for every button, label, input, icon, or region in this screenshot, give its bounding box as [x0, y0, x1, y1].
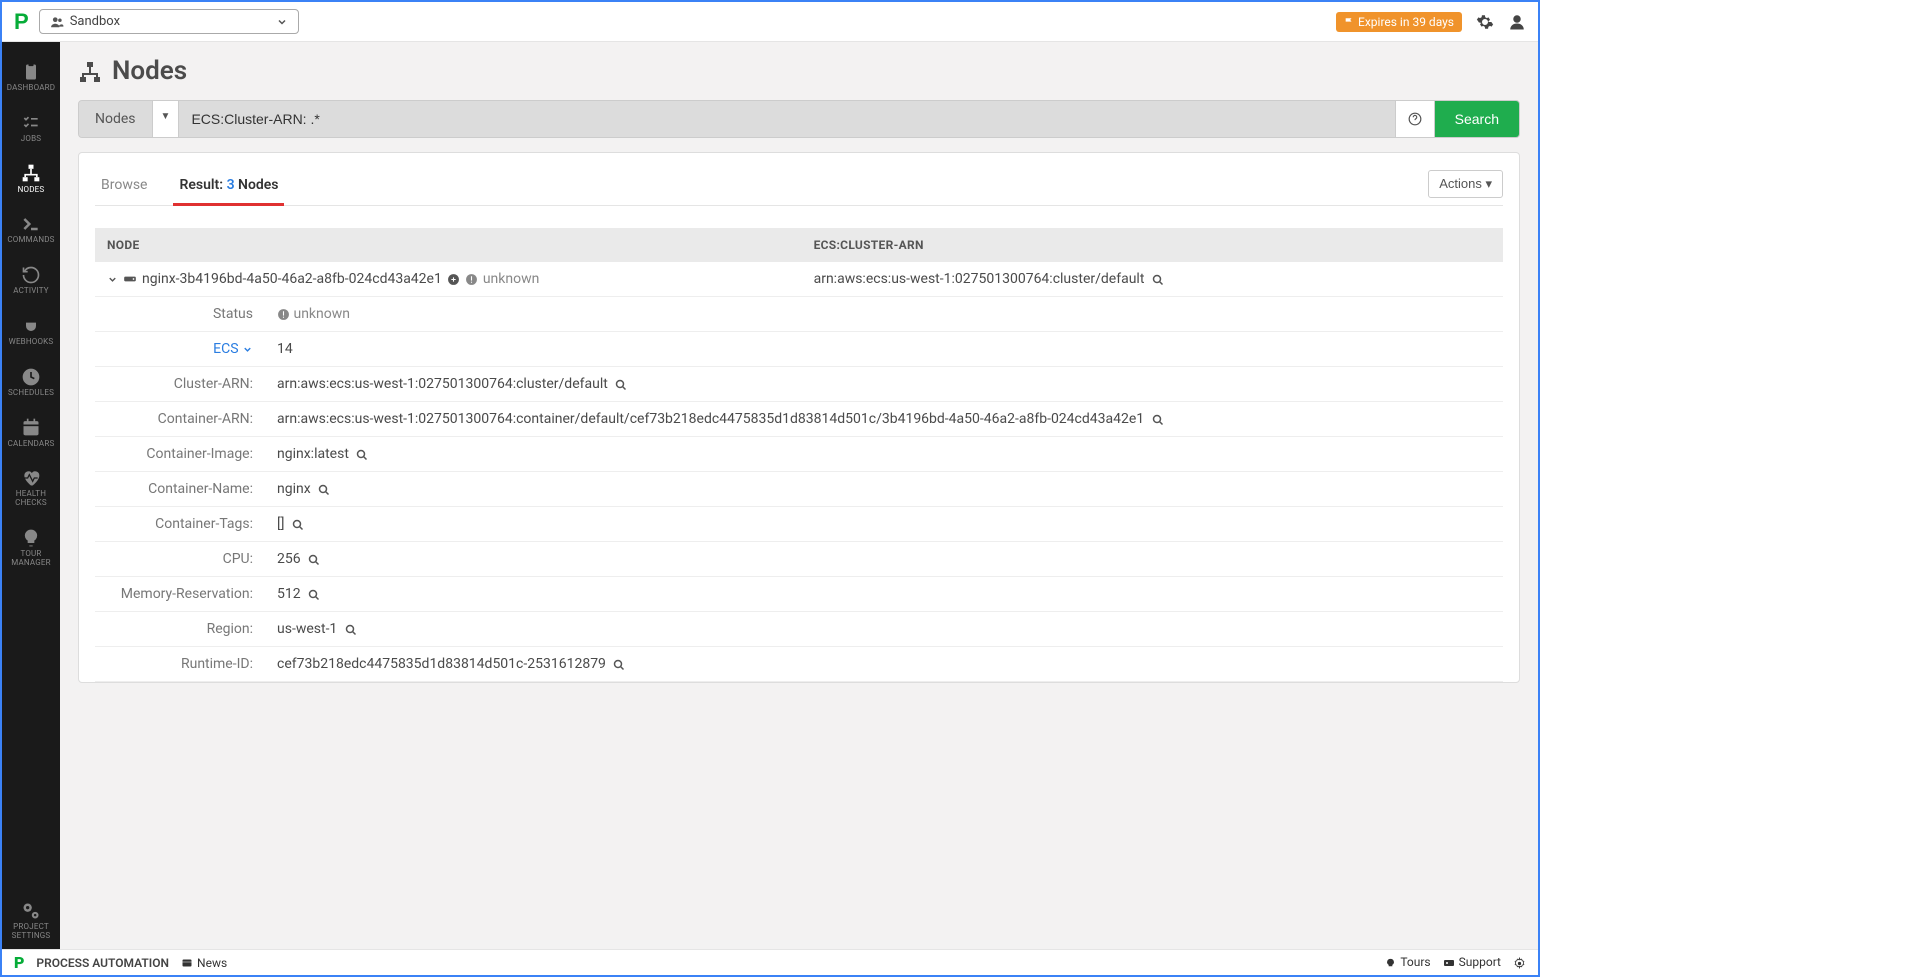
header-bar: P Sandbox Expires in 39 days: [2, 2, 1538, 42]
sidebar-item-dashboard[interactable]: DASHBOARD: [2, 50, 60, 101]
detail-row-container-tags: Container-Tags: []: [95, 507, 1503, 542]
actions-button[interactable]: Actions ▾: [1428, 170, 1503, 198]
footer-news[interactable]: News: [181, 956, 227, 970]
lightbulb-icon: [21, 524, 41, 548]
brand-logo: P: [14, 9, 29, 35]
detail-row-region: Region: us-west-1: [95, 612, 1503, 647]
sidebar-item-nodes[interactable]: NODES: [2, 152, 60, 203]
search-icon[interactable]: [345, 622, 357, 637]
detail-row-cluster-arn: Cluster-ARN: arn:aws:ecs:us-west-1:02750…: [95, 367, 1503, 402]
sidebar-item-activity[interactable]: ACTIVITY: [2, 253, 60, 304]
detail-row-container-image: Container-Image: nginx:latest: [95, 437, 1503, 472]
exclamation-icon: [465, 271, 478, 287]
calendar-icon: [21, 414, 41, 438]
sidebar: DASHBOARD JOBS NODES COMMANDS ACTIVITY W…: [2, 42, 60, 949]
id-card-icon: [1443, 955, 1455, 969]
search-icon[interactable]: [292, 517, 304, 532]
footer-brand: PROCESS AUTOMATION: [36, 956, 169, 970]
user-icon[interactable]: [1508, 13, 1526, 31]
heartbeat-icon: [21, 464, 41, 488]
chevron-down-icon[interactable]: [107, 271, 118, 287]
lightbulb-icon: [1385, 955, 1396, 969]
chevron-down-icon: [242, 341, 253, 357]
sidebar-item-tourmanager[interactable]: TOUR MANAGER: [2, 516, 60, 576]
search-icon[interactable]: [1152, 412, 1164, 427]
flag-icon: [1344, 15, 1354, 29]
footer-bar: P PROCESS AUTOMATION News Tours Support: [2, 949, 1538, 975]
exclamation-icon: [277, 306, 290, 322]
detail-row-status: Status unknown: [95, 297, 1503, 332]
detail-row-cpu: CPU: 256: [95, 542, 1503, 577]
sidebar-item-projectsettings[interactable]: PROJECT SETTINGS: [2, 889, 60, 949]
results-panel: Browse Result: 3 Nodes Actions ▾ NODE EC…: [78, 152, 1520, 683]
search-icon[interactable]: [1152, 272, 1164, 287]
clock-icon: [21, 363, 41, 387]
plug-icon: [21, 312, 41, 336]
search-icon[interactable]: [356, 447, 368, 462]
sidebar-item-webhooks[interactable]: WEBHOOKS: [2, 304, 60, 355]
gears-icon: [21, 897, 41, 921]
node-row[interactable]: nginx-3b4196bd-4a50-46a2-a8fb-024cd43a42…: [95, 262, 1503, 297]
brand-logo-small: P: [14, 953, 24, 972]
detail-row-memory: Memory-Reservation: 512: [95, 577, 1503, 612]
project-selector[interactable]: Sandbox: [39, 9, 299, 34]
list-check-icon: [21, 109, 41, 133]
node-arn: arn:aws:ecs:us-west-1:027501300764:clust…: [814, 271, 1145, 287]
hdd-icon: [123, 271, 137, 287]
sidebar-item-schedules[interactable]: SCHEDULES: [2, 355, 60, 406]
tab-result[interactable]: Result: 3 Nodes: [173, 169, 284, 206]
search-help-button[interactable]: [1395, 101, 1435, 137]
detail-row-container-arn: Container-ARN: arn:aws:ecs:us-west-1:027…: [95, 402, 1503, 437]
terminal-icon: [21, 210, 41, 234]
node-name: nginx-3b4196bd-4a50-46a2-a8fb-024cd43a42…: [142, 271, 442, 287]
expires-text: Expires in 39 days: [1358, 15, 1454, 29]
clipboard-icon: [21, 58, 41, 82]
sitemap-icon: [21, 160, 41, 184]
node-status-inline: unknown: [483, 271, 540, 287]
search-icon[interactable]: [308, 552, 320, 567]
sidebar-item-commands[interactable]: COMMANDS: [2, 202, 60, 253]
search-icon[interactable]: [613, 657, 625, 672]
sidebar-item-calendars[interactable]: CALENDARS: [2, 406, 60, 457]
search-scope-label: Nodes: [79, 101, 153, 137]
circle-plus-icon[interactable]: [447, 271, 460, 287]
search-bar: Nodes ▼ Search: [78, 100, 1520, 138]
gear-icon[interactable]: [1476, 13, 1494, 31]
detail-row-runtime: Runtime-ID: cef73b218edc4475835d1d83814d…: [95, 647, 1503, 682]
search-scope-dropdown[interactable]: ▼: [153, 101, 180, 137]
expires-badge[interactable]: Expires in 39 days: [1336, 12, 1462, 32]
tab-browse[interactable]: Browse: [95, 169, 153, 205]
footer-support[interactable]: Support: [1443, 955, 1501, 969]
footer-tours[interactable]: Tours: [1385, 955, 1430, 969]
history-icon: [21, 261, 41, 285]
col-arn: ECS:CLUSTER-ARN: [802, 228, 1503, 262]
detail-row-ecs: ECS 14: [95, 332, 1503, 367]
col-node: NODE: [95, 228, 802, 262]
main-content: Nodes Nodes ▼ Search Browse Result: 3 No…: [60, 42, 1538, 949]
search-button[interactable]: Search: [1435, 101, 1519, 137]
page-title: Nodes: [78, 56, 1520, 86]
nodes-table: NODE ECS:CLUSTER-ARN nginx-3b4196bd-4a50…: [95, 228, 1503, 682]
sitemap-icon: [78, 56, 102, 86]
search-input[interactable]: [179, 101, 1394, 137]
caret-down-icon: ▾: [1485, 176, 1492, 191]
newspaper-icon: [181, 956, 193, 970]
search-icon[interactable]: [308, 587, 320, 602]
users-icon: [50, 14, 64, 29]
project-name: Sandbox: [70, 14, 120, 29]
gear-icon[interactable]: [1513, 955, 1526, 969]
search-icon[interactable]: [615, 377, 627, 392]
chevron-down-icon: [276, 14, 288, 29]
search-icon[interactable]: [318, 482, 330, 497]
sidebar-item-jobs[interactable]: JOBS: [2, 101, 60, 152]
sidebar-item-healthchecks[interactable]: HEALTH CHECKS: [2, 456, 60, 516]
detail-row-container-name: Container-Name: nginx: [95, 472, 1503, 507]
